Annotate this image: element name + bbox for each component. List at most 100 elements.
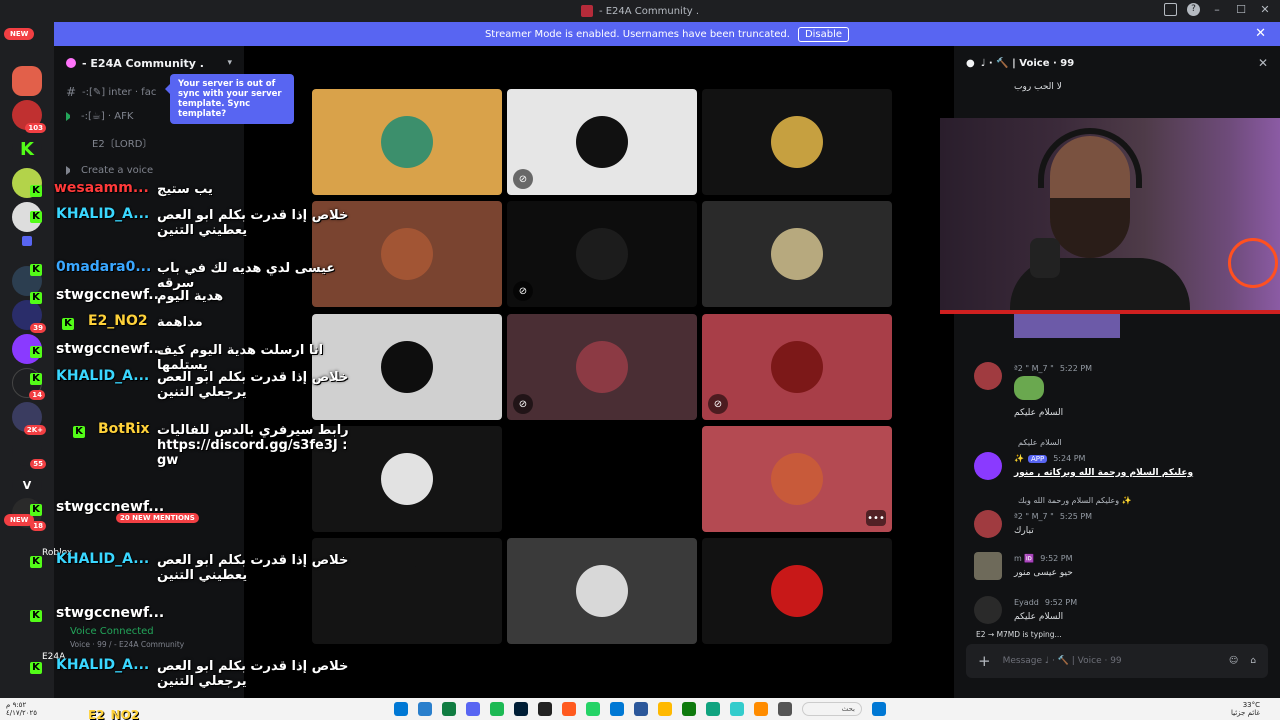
message-text: تبارك <box>1014 526 1034 536</box>
member-name: E2〔LORD〕 <box>92 138 153 150</box>
taskbar-app-icon[interactable] <box>682 702 696 716</box>
attach-plus-icon[interactable]: + <box>978 652 991 670</box>
server-icon[interactable]: 2K+ <box>12 402 46 435</box>
participant-avatar <box>771 116 823 168</box>
server-icon[interactable] <box>12 266 42 296</box>
server-icon[interactable]: 39 <box>12 300 46 333</box>
participant-avatar <box>576 565 628 617</box>
participant-tile[interactable]: ⊘ <box>507 314 697 420</box>
folder-icon[interactable] <box>22 236 32 246</box>
participant-tile[interactable] <box>702 201 892 307</box>
participant-tile[interactable] <box>702 89 892 195</box>
taskbar-apps: بحث <box>394 702 886 716</box>
participant-tile[interactable] <box>507 538 697 644</box>
help-icon[interactable]: ? <box>1187 3 1200 16</box>
voice-connected-channel[interactable]: Voice · 99 / - E24A Community <box>70 640 184 649</box>
avatar[interactable] <box>974 552 1002 580</box>
participant-tile[interactable]: ⊘ <box>507 201 697 307</box>
avatar[interactable] <box>974 452 1002 480</box>
speaker-icon <box>66 165 75 175</box>
server-icon[interactable] <box>12 66 42 96</box>
minimize-button[interactable]: – <box>1210 3 1224 16</box>
taskbar-app-icon[interactable] <box>490 702 504 716</box>
participant-avatar <box>381 565 433 617</box>
taskbar-search[interactable]: بحث <box>802 702 862 716</box>
disable-streamer-mode-button[interactable]: Disable <box>797 26 850 42</box>
taskbar-app-icon[interactable] <box>778 702 792 716</box>
reply-preview[interactable]: وعليكم السلام ورحمة الله وبك ✨ <box>1018 496 1132 505</box>
taskbar-app-icon[interactable] <box>418 702 432 716</box>
taskbar-app-icon[interactable] <box>706 702 720 716</box>
maximize-button[interactable]: ☐ <box>1234 3 1248 16</box>
gamepad-icon[interactable]: ⌂ <box>1250 656 1256 666</box>
participant-tile[interactable] <box>312 426 502 532</box>
participant-tile[interactable]: ••• <box>702 426 892 532</box>
participant-tile[interactable] <box>312 538 502 644</box>
server-icon[interactable] <box>12 168 42 198</box>
server-icon[interactable]: 14 <box>12 368 45 400</box>
start-menu-icon[interactable] <box>872 702 886 716</box>
channel-sidebar: - E24A Community . ▾ # -:[✎] inter · fac… <box>54 46 244 698</box>
close-window-button[interactable]: ✕ <box>1258 3 1272 16</box>
participant-tile[interactable]: ⊘ <box>702 314 892 420</box>
server-icon[interactable] <box>12 202 42 232</box>
message-input[interactable]: + Message ♩ · 🔨 | Voice · 99 ☺ ⌂ <box>966 644 1268 678</box>
emoji-icon[interactable]: ☺ <box>1229 656 1238 666</box>
participant-tile[interactable] <box>312 201 502 307</box>
voice-member[interactable]: E2〔LORD〕 <box>62 132 236 152</box>
server-letter-icon[interactable]: V <box>12 470 42 500</box>
windows-taskbar: ٩:٥٢ م ٤/١٧/٢٠٢٥ 33°C غائم جزئيا بحث <box>0 698 1280 720</box>
taskbar-app-icon[interactable] <box>754 702 768 716</box>
server-icon[interactable]: 55 <box>12 436 46 469</box>
taskbar-app-icon[interactable] <box>442 702 456 716</box>
weather-widget[interactable]: 33°C غائم جزئيا <box>1231 701 1260 717</box>
streamer-webcam <box>940 118 1280 314</box>
voice-connected-status: Voice Connected <box>70 626 154 637</box>
window-title: - E24A Community . <box>598 5 700 17</box>
participant-tile[interactable] <box>312 89 502 195</box>
close-banner-icon[interactable]: ✕ <box>1255 26 1266 41</box>
create-voice-channel[interactable]: Create a voice <box>62 160 236 180</box>
avatar[interactable] <box>974 362 1002 390</box>
server-icon[interactable] <box>12 334 42 364</box>
image-attachment[interactable] <box>1014 314 1120 338</box>
avatar[interactable] <box>974 596 1002 624</box>
taskbar-app-icon[interactable] <box>730 702 744 716</box>
participant-tile[interactable]: ⊘ <box>507 89 697 195</box>
taskbar-app-icon[interactable] <box>586 702 600 716</box>
voice-stage: ⊘ ⊘ ⊘ ⊘ ••• <box>244 46 954 698</box>
message-text: السلام عليكم <box>1014 408 1064 418</box>
participant-tile[interactable] <box>702 538 892 644</box>
clock[interactable]: ٩:٥٢ م ٤/١٧/٢٠٢٥ <box>6 701 37 717</box>
server-icon[interactable]: 103 <box>12 100 46 133</box>
inbox-icon[interactable] <box>1164 3 1177 16</box>
new-unread-pill[interactable]: NEW <box>4 514 35 526</box>
more-options-icon[interactable]: ••• <box>866 510 886 526</box>
template-sync-tooltip[interactable]: Your server is out of sync with your ser… <box>165 74 294 124</box>
taskbar-app-icon[interactable] <box>538 702 552 716</box>
chevron-down-icon[interactable]: ▾ <box>227 58 232 68</box>
kick-server-icon[interactable]: K <box>12 134 42 164</box>
close-chat-icon[interactable]: ✕ <box>1258 56 1268 70</box>
new-unread-pill[interactable]: NEW <box>4 28 35 40</box>
taskbar-app-icon[interactable] <box>562 702 576 716</box>
webcam-badge-icon <box>1228 238 1278 288</box>
avatar[interactable] <box>974 510 1002 538</box>
taskbar-app-icon[interactable] <box>514 702 528 716</box>
message-text: حيو عيسى منور <box>1014 568 1073 578</box>
participant-avatar <box>381 341 433 393</box>
server-rail: NEW 103 K 39 14 2K+ 55 V 18 NEW <box>0 22 54 698</box>
taskbar-app-icon[interactable] <box>610 702 624 716</box>
taskbar-app-icon[interactable] <box>394 702 408 716</box>
reply-preview[interactable]: السلام عليكم <box>1018 438 1062 447</box>
participant-tile[interactable] <box>312 314 502 420</box>
taskbar-app-icon[interactable] <box>658 702 672 716</box>
taskbar-app-icon[interactable] <box>634 702 648 716</box>
chat-channel-name: ♩ · 🔨 | Voice · 99 <box>980 57 1075 69</box>
hash-icon: # <box>66 85 77 99</box>
taskbar-app-icon[interactable] <box>466 702 480 716</box>
deafened-icon: ⊘ <box>513 169 533 189</box>
participant-tile[interactable] <box>507 426 697 532</box>
participant-avatar <box>381 116 433 168</box>
message-text: وعليكم السلام ورحمة الله وبركاته , منور <box>1014 468 1194 478</box>
